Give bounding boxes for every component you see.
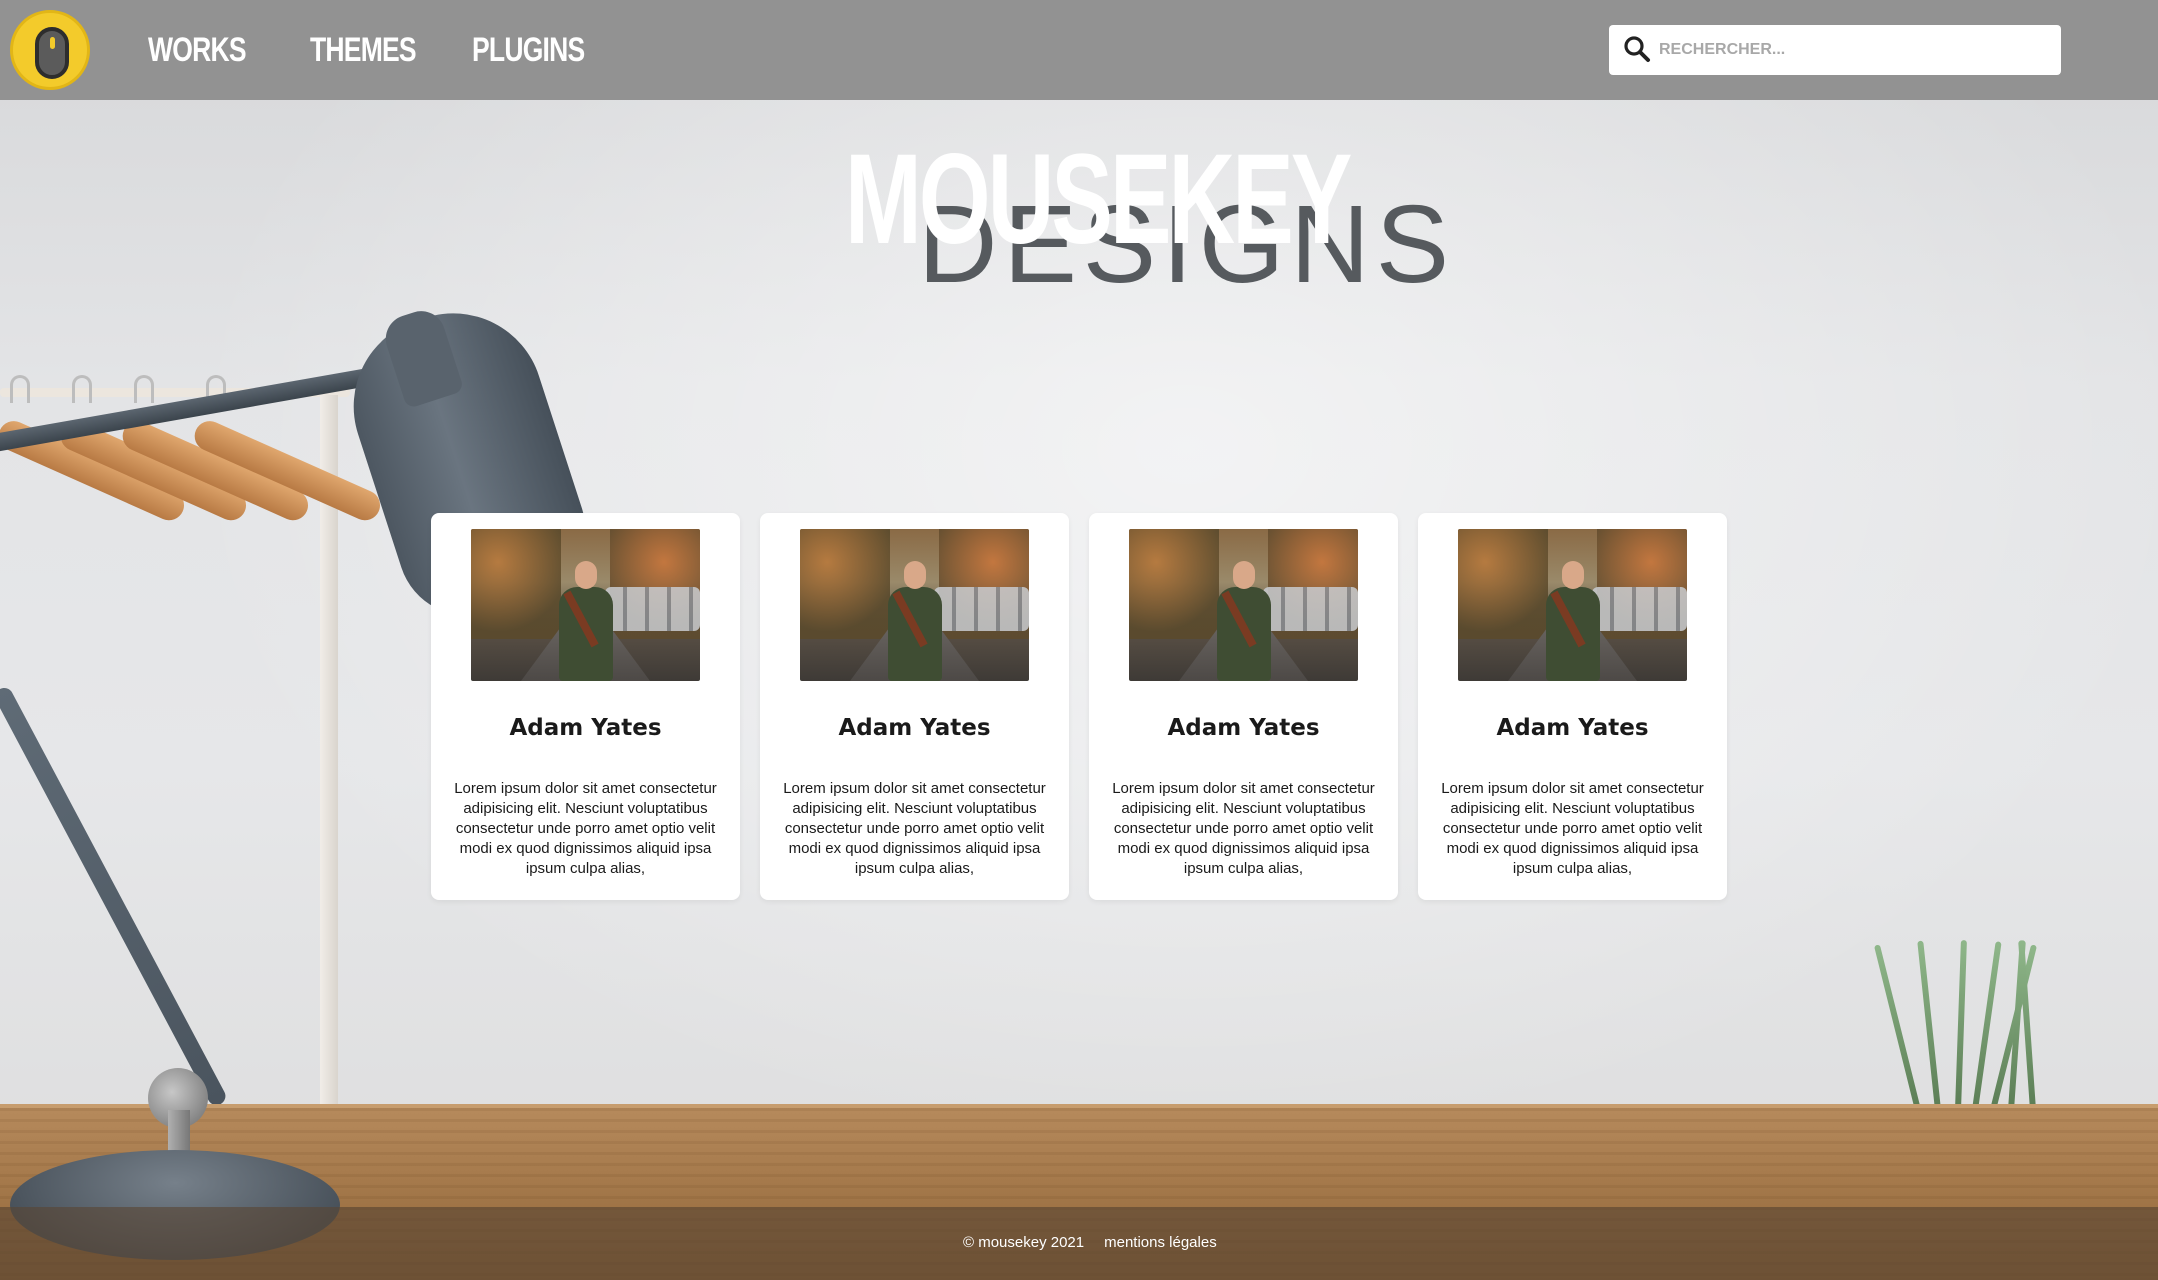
profile-card[interactable]: Adam Yates Lorem ipsum dolor sit amet co… [431,513,740,900]
person-photo [800,529,1029,681]
main-nav: WORKS THEMES PLUGINS [148,22,585,78]
person-photo [1458,529,1687,681]
search-icon[interactable] [1623,35,1651,63]
card-name: Adam Yates [1496,715,1649,741]
nav-item-works[interactable]: WORKS [148,22,247,78]
hero-title: MOUSEKEY [845,128,1352,271]
card-description: Lorem ipsum dolor sit amet consectetur a… [783,780,1046,877]
legal-notice-link[interactable]: mentions légales [1104,1234,1217,1251]
nav-item-plugins[interactable]: PLUGINS [472,22,585,78]
search-box [1609,25,2061,75]
card-description: Lorem ipsum dolor sit amet consectetur a… [1441,780,1704,877]
card-name: Adam Yates [838,715,991,741]
mouse-logo-icon[interactable] [10,10,90,90]
nav-item-themes[interactable]: THEMES [310,22,417,78]
search-input[interactable] [1659,33,2049,67]
profile-card[interactable]: Adam Yates Lorem ipsum dolor sit amet co… [1418,513,1727,900]
footer: © mousekey 2021 mentions légales [0,1207,2158,1280]
person-photo [1129,529,1358,681]
card-description: Lorem ipsum dolor sit amet consectetur a… [454,780,717,877]
card-description: Lorem ipsum dolor sit amet consectetur a… [1112,780,1375,877]
profile-card[interactable]: Adam Yates Lorem ipsum dolor sit amet co… [760,513,1069,900]
person-photo [471,529,700,681]
team-cards: Adam Yates Lorem ipsum dolor sit amet co… [431,513,1727,900]
copyright-text: © mousekey 2021 [963,1234,1085,1251]
profile-card[interactable]: Adam Yates Lorem ipsum dolor sit amet co… [1089,513,1398,900]
card-name: Adam Yates [509,715,662,741]
top-navbar: WORKS THEMES PLUGINS [0,0,2158,100]
card-name: Adam Yates [1167,715,1320,741]
